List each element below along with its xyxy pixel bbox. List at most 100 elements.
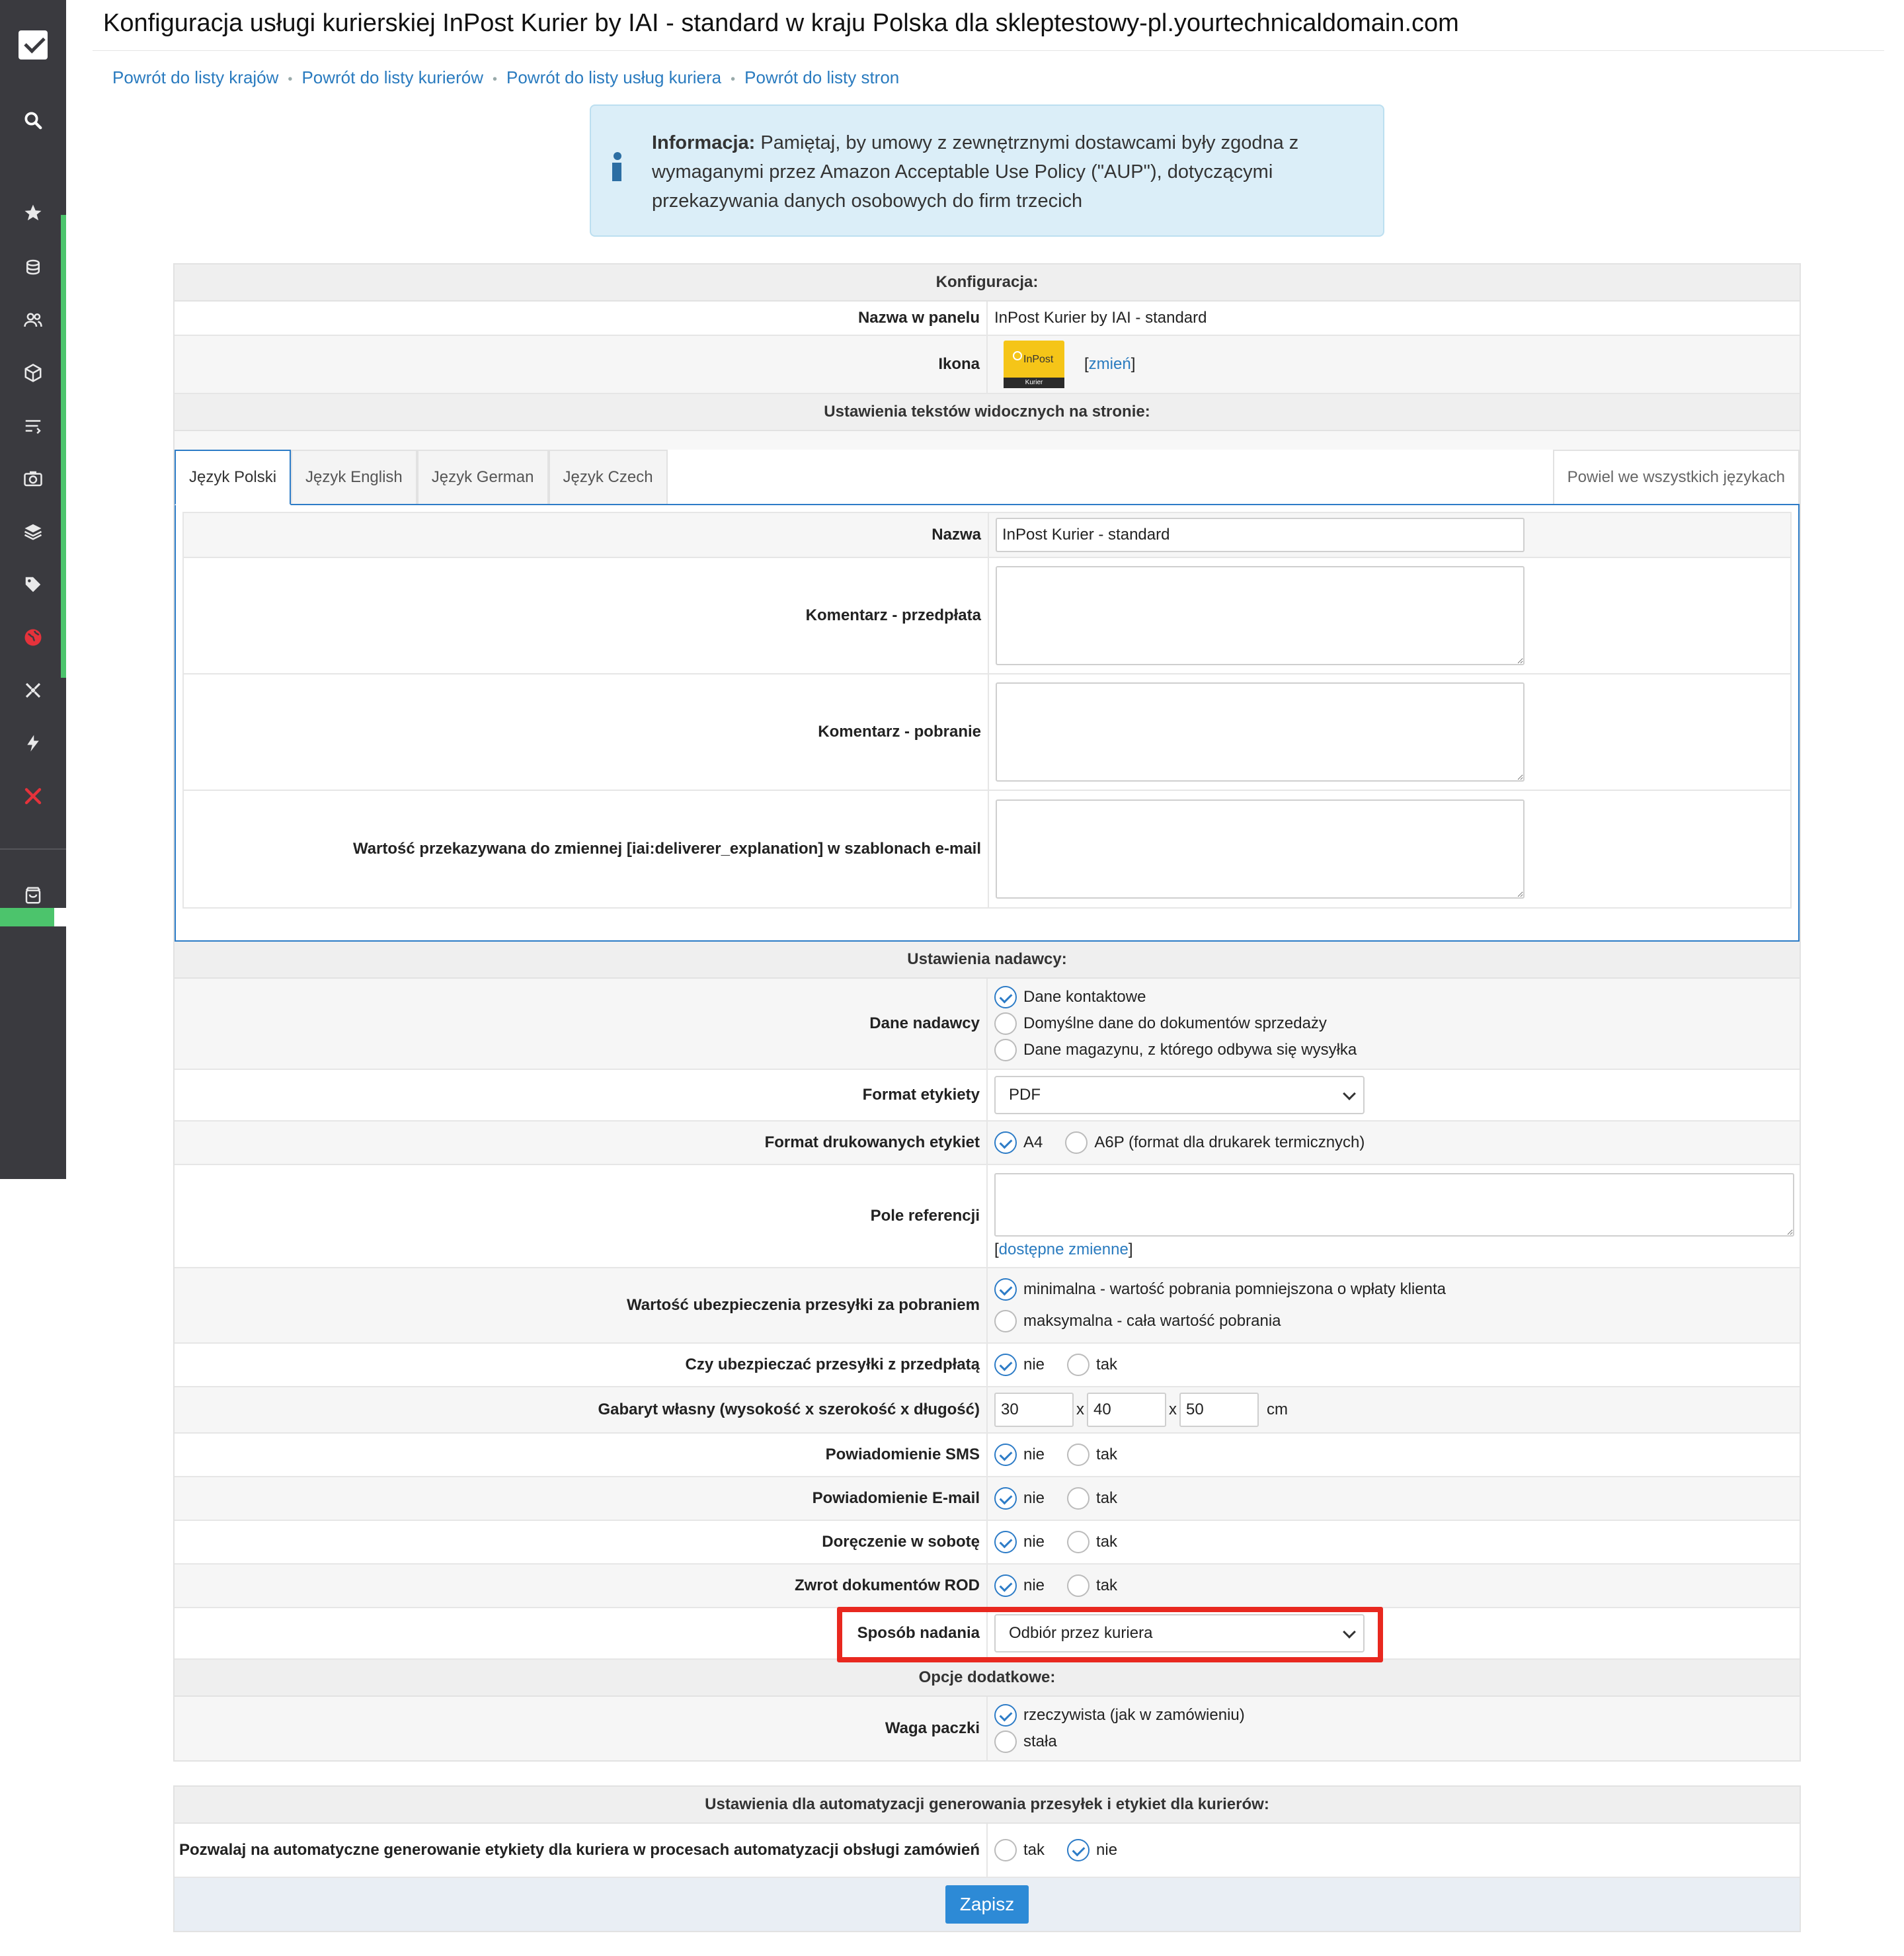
radio-label: tak (1023, 1841, 1045, 1859)
radio-label: tak (1096, 1356, 1118, 1373)
length-input[interactable] (1179, 1393, 1259, 1427)
change-icon-link[interactable]: zmień (1089, 355, 1131, 374)
camera-icon[interactable] (20, 466, 46, 492)
name-input[interactable] (996, 518, 1525, 552)
breadcrumb-countries[interactable]: Powrót do listy krajów (112, 67, 278, 87)
radio-insure-prepaid-no[interactable]: nie (994, 1354, 1045, 1376)
radio-sender-contact[interactable]: Dane kontaktowe (994, 986, 1357, 1008)
app-logo-icon[interactable] (19, 30, 48, 60)
radio-email-yes[interactable]: tak (1067, 1487, 1117, 1510)
dispatch-method-select[interactable]: Odbiór przez kuriera (994, 1614, 1365, 1652)
label-format-select[interactable]: PDF (994, 1076, 1365, 1114)
width-input[interactable] (1087, 1393, 1166, 1427)
title-divider (93, 50, 1884, 51)
select-value: Odbiór przez kuriera (1009, 1624, 1153, 1642)
copy-all-languages-button[interactable]: Powiel we wszystkich językach (1552, 450, 1800, 504)
coins-icon[interactable] (20, 254, 46, 280)
bracket-close: ] (1128, 1241, 1133, 1258)
print-format-options: A4 A6P (format dla drukarek termicznych) (988, 1121, 1800, 1164)
row-rod: Zwrot dokumentów ROD nie tak (175, 1565, 1800, 1608)
radio-insurance-max[interactable]: maksymalna - cała wartość pobrania (994, 1310, 1446, 1332)
select-value: PDF (1009, 1086, 1041, 1104)
radio-auto-yes[interactable]: tak (994, 1839, 1045, 1861)
save-button[interactable]: Zapisz (945, 1885, 1029, 1924)
radio-sender-warehouse[interactable]: Dane magazynu, z którego odbywa się wysy… (994, 1039, 1357, 1061)
saturday-label: Doręczenie w sobotę (175, 1521, 988, 1563)
comment-prepay-label: Komentarz - przedpłata (184, 558, 989, 673)
radio-label: nie (1023, 1446, 1045, 1463)
radio-checked-icon (994, 1354, 1017, 1376)
radio-sms-yes[interactable]: tak (1067, 1444, 1117, 1466)
radio-insure-prepaid-yes[interactable]: tak (1067, 1354, 1117, 1376)
section-visible-texts: Ustawienia tekstów widocznych na stronie… (175, 394, 1800, 431)
radio-label: maksymalna - cała wartość pobrania (1023, 1312, 1281, 1330)
auto-label-label: Pozwalaj na automatyczne generowanie ety… (175, 1824, 988, 1877)
radio-label: Dane kontaktowe (1023, 988, 1146, 1006)
tools-icon[interactable] (20, 783, 46, 809)
breadcrumb-separator: • (731, 72, 736, 87)
reference-label: Pole referencji (175, 1165, 988, 1267)
breadcrumb-courier-services[interactable]: Powrót do listy usług kuriera (506, 67, 721, 87)
radio-sender-sales-docs[interactable]: Domyślne dane do dokumentów sprzedaży (994, 1012, 1357, 1035)
radio-email-no[interactable]: nie (994, 1487, 1045, 1510)
available-variables-link[interactable]: dostępne zmienne (999, 1241, 1129, 1258)
radio-print-a4[interactable]: A4 (994, 1131, 1043, 1154)
sender-data-options: Dane kontaktowe Domyślne dane do dokumen… (988, 979, 1800, 1069)
tab-german[interactable]: Język German (416, 450, 549, 504)
reference-textarea[interactable] (994, 1173, 1794, 1237)
tab-english[interactable]: Język English (291, 450, 417, 504)
radio-rod-yes[interactable]: tak (1067, 1574, 1117, 1597)
tab-panel-table: Nazwa Komentarz - przedpłata Komentarz -… (182, 512, 1792, 909)
radio-unchecked-icon (1065, 1131, 1088, 1154)
lightning-icon[interactable] (20, 730, 46, 756)
tag-icon[interactable] (20, 571, 46, 598)
shopping-bag-icon[interactable] (20, 882, 46, 909)
row-package-weight: Waga paczki rzeczywista (jak w zamówieni… (175, 1697, 1800, 1760)
comment-cod-textarea[interactable] (996, 682, 1525, 782)
comment-prepay-cell (989, 558, 1790, 673)
layers-icon[interactable] (20, 518, 46, 545)
package-icon[interactable] (20, 360, 46, 386)
radio-saturday-yes[interactable]: tak (1067, 1531, 1117, 1553)
radio-label: nie (1023, 1533, 1045, 1551)
dims-separator: x (1169, 1401, 1177, 1418)
app-sidebar (0, 0, 66, 1179)
radio-rod-no[interactable]: nie (994, 1574, 1045, 1597)
radio-label: nie (1096, 1841, 1118, 1859)
radio-sms-no[interactable]: nie (994, 1444, 1045, 1466)
radio-weight-fixed[interactable]: stała (994, 1731, 1245, 1753)
row-auto-label: Pozwalaj na automatyczne generowanie ety… (175, 1824, 1800, 1878)
integrations-icon[interactable] (20, 677, 46, 704)
tab-polish[interactable]: Język Polski (175, 450, 292, 505)
breadcrumb-couriers[interactable]: Powrót do listy kurierów (301, 67, 483, 87)
logo-sun-icon (1013, 351, 1022, 360)
users-icon[interactable] (20, 307, 46, 333)
height-input[interactable] (994, 1393, 1074, 1427)
radio-print-a6p[interactable]: A6P (format dla drukarek termicznych) (1065, 1131, 1365, 1154)
radio-auto-no[interactable]: nie (1067, 1839, 1117, 1861)
radio-unchecked-icon (1067, 1487, 1090, 1510)
search-icon[interactable] (20, 107, 46, 134)
list-icon[interactable] (20, 413, 46, 439)
radio-label: minimalna - wartość pobrania pomniejszon… (1023, 1280, 1446, 1298)
star-icon[interactable] (20, 200, 46, 226)
dispatch-method-cell: Odbiór przez kuriera (988, 1608, 1800, 1658)
icon-label: Ikona (175, 336, 988, 393)
sms-options: nie tak (988, 1434, 1800, 1476)
panel-name-label: Nazwa w panelu (175, 302, 988, 335)
row-print-format: Format drukowanych etykiet A4 A6P (forma… (175, 1121, 1800, 1165)
radio-saturday-no[interactable]: nie (994, 1531, 1045, 1553)
breadcrumb-pages[interactable]: Powrót do listy stron (744, 67, 899, 87)
radio-insurance-min[interactable]: minimalna - wartość pobrania pomniejszon… (994, 1278, 1446, 1301)
globe-icon[interactable] (20, 624, 46, 651)
email-variable-textarea[interactable] (996, 799, 1525, 899)
section-automation: Ustawienia dla automatyzacji generowania… (175, 1787, 1800, 1824)
comment-prepay-textarea[interactable] (996, 566, 1525, 665)
radio-label: tak (1096, 1576, 1118, 1594)
row-sender-data: Dane nadawcy Dane kontaktowe Domyślne da… (175, 979, 1800, 1070)
change-icon-close: ] (1130, 355, 1136, 373)
tab-czech[interactable]: Język Czech (548, 450, 668, 504)
package-weight-label: Waga paczki (175, 1697, 988, 1760)
radio-weight-actual[interactable]: rzeczywista (jak w zamówieniu) (994, 1704, 1245, 1727)
radio-label: Domyślne dane do dokumentów sprzedaży (1023, 1014, 1327, 1032)
